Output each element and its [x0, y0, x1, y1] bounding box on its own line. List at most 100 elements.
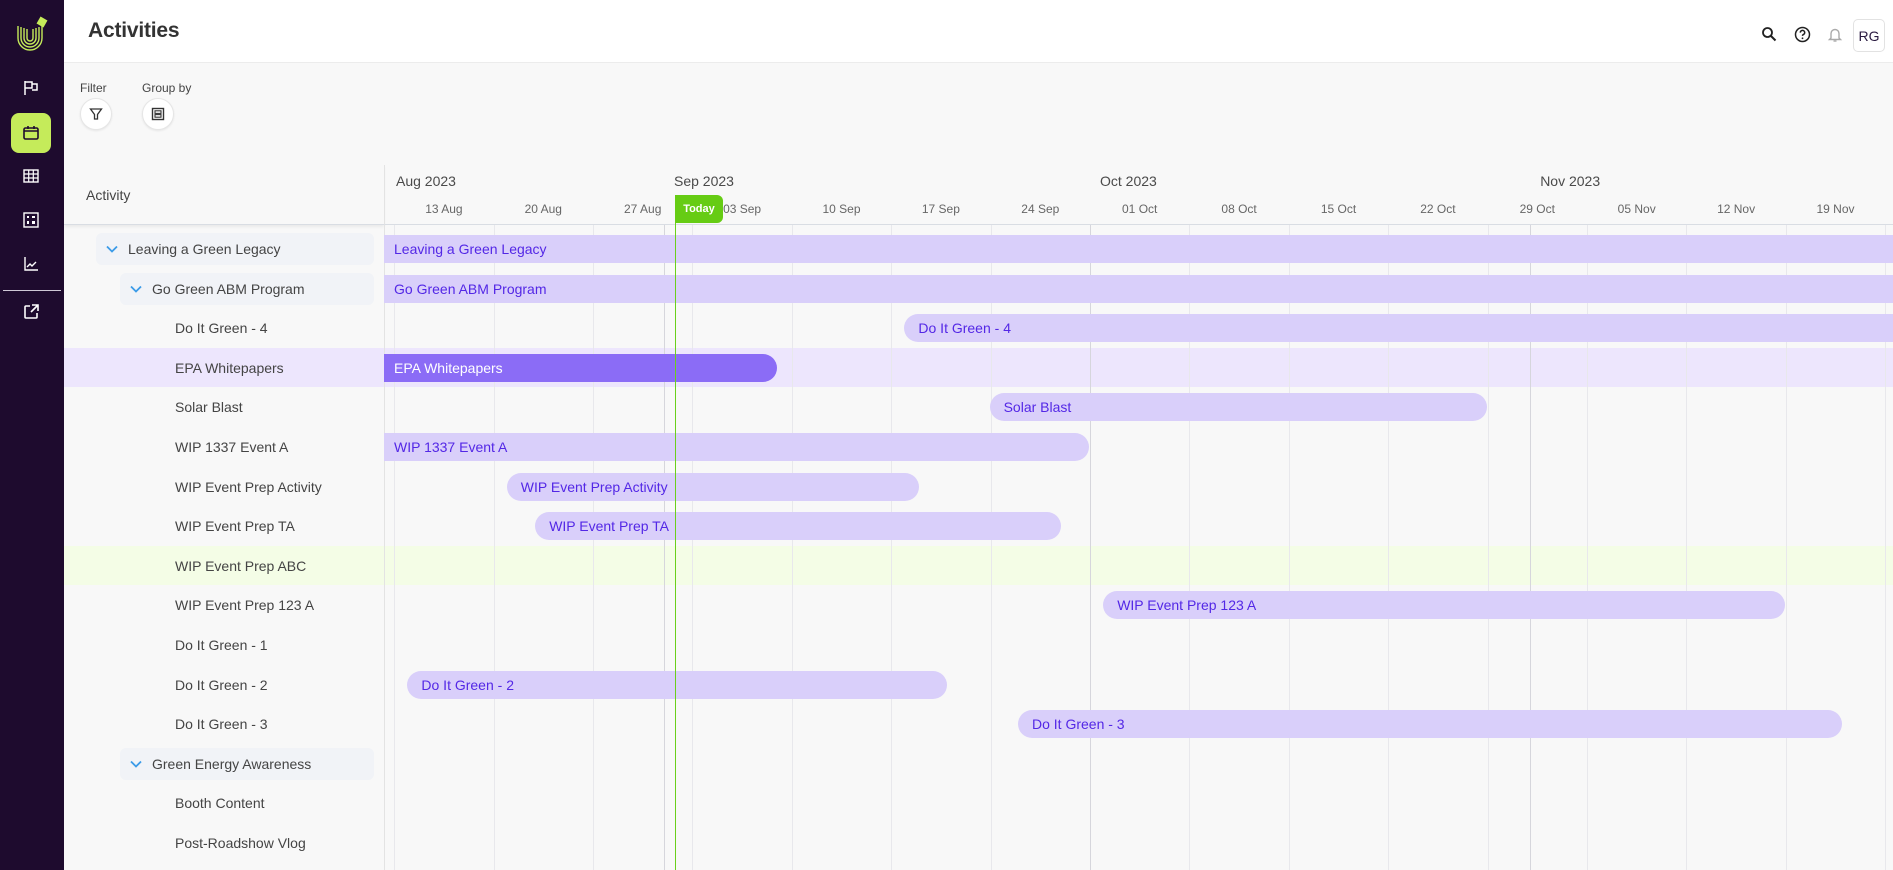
- tree-activity-row[interactable]: Do It Green - 3: [175, 708, 268, 740]
- week-label: 13 Aug: [425, 202, 463, 216]
- calendar-icon: [23, 126, 39, 140]
- timeline-header: Aug 2023 Sep 2023 Oct 2023 Nov 2023 13 Aug 20…: [384, 165, 1893, 225]
- activity-column-header: Activity: [86, 187, 131, 203]
- flag-icon: [24, 81, 38, 95]
- week-label: 15 Oct: [1320, 202, 1357, 216]
- gantt-bar-label: WIP Event Prep Activity: [520, 479, 668, 495]
- notifications-button[interactable]: [1826, 25, 1844, 43]
- week-gridline: [394, 225, 396, 870]
- gantt-bar[interactable]: Do It Green - 4: [904, 314, 1893, 342]
- filter-icon: [89, 108, 103, 120]
- chevron-down-icon[interactable]: [104, 241, 120, 257]
- gantt-bar[interactable]: Go Green ABM Program: [384, 275, 1893, 303]
- rail-item-external[interactable]: [11, 292, 51, 332]
- tree-activity-row[interactable]: Do It Green - 4: [175, 312, 268, 344]
- gantt-bar-label: EPA Whitepapers: [394, 360, 503, 376]
- group-by-label: Group by: [142, 81, 192, 95]
- gantt-bar[interactable]: WIP Event Prep Activity: [506, 473, 919, 501]
- rail-item-board[interactable]: [11, 200, 51, 240]
- week-label: 01 Oct: [1122, 202, 1158, 216]
- week-gridline: [593, 225, 594, 870]
- chevron-down-icon[interactable]: [128, 281, 144, 297]
- help-button[interactable]: [1793, 25, 1811, 43]
- search-button[interactable]: [1760, 25, 1778, 43]
- help-icon: [1794, 26, 1810, 42]
- tree-activity-row[interactable]: Do It Green - 2: [175, 669, 268, 701]
- month-gridline: [664, 225, 665, 870]
- gantt-bar[interactable]: WIP Event Prep TA: [535, 512, 1061, 540]
- gantt-bar-label: Do It Green - 2: [421, 677, 514, 693]
- tree-group-row[interactable]: Green Energy Awareness: [120, 748, 374, 780]
- dashboard-icon: [23, 212, 39, 228]
- rail-item-calendar[interactable]: [11, 113, 51, 153]
- week-gridline: [493, 225, 495, 870]
- week-label: 05 Nov: [1617, 202, 1656, 216]
- chevron-down-icon[interactable]: [128, 756, 144, 772]
- group-by-button[interactable]: [142, 98, 174, 130]
- tree-activity-row[interactable]: Booth Content: [175, 787, 265, 819]
- gantt-bar-label: Leaving a Green Legacy: [394, 241, 547, 257]
- chart-line-icon: [24, 257, 38, 271]
- today-badge[interactable]: Today: [675, 195, 723, 223]
- tree-group-row[interactable]: Leaving a Green Legacy: [96, 233, 374, 265]
- nav-rail: [0, 0, 64, 870]
- tree-activity-row[interactable]: WIP Event Prep Activity: [175, 471, 322, 503]
- rail-item-analytics[interactable]: [11, 244, 51, 284]
- week-label: 20 Aug: [524, 202, 562, 216]
- row-label: Post-Roadshow Vlog: [175, 835, 306, 851]
- gantt-bar[interactable]: EPA Whitepapers: [384, 354, 777, 382]
- grid-table-icon: [23, 169, 39, 183]
- gantt-bar-label: Do It Green - 4: [918, 320, 1011, 336]
- week-label: 29 Oct: [1519, 202, 1555, 216]
- tree-activity-row[interactable]: Do It Green - 1: [175, 629, 268, 661]
- tree-activity-row[interactable]: EPA Whitepapers: [175, 352, 284, 384]
- gantt-bar[interactable]: WIP Event Prep 123 A: [1103, 591, 1785, 619]
- row-label: Do It Green - 2: [175, 677, 268, 693]
- gantt-bar-label: WIP Event Prep 123 A: [1117, 597, 1257, 613]
- gantt-bar[interactable]: Do It Green - 3: [1018, 710, 1842, 738]
- brand-logo[interactable]: [14, 14, 50, 54]
- gantt-bar-label: Go Green ABM Program: [394, 281, 547, 297]
- gantt-bar[interactable]: WIP 1337 Event A: [384, 433, 1089, 461]
- row-label: WIP Event Prep Activity: [175, 479, 322, 495]
- week-label: 12 Nov: [1717, 202, 1756, 216]
- week-label: 10 Sep: [822, 202, 861, 216]
- rail-item-campaigns[interactable]: [11, 68, 51, 108]
- week-label: 03 Sep: [723, 202, 762, 216]
- filter-button[interactable]: [80, 98, 112, 130]
- tree-activity-row[interactable]: WIP Event Prep 123 A: [175, 589, 314, 621]
- month-label: Sep 2023: [674, 173, 734, 189]
- gantt-bar[interactable]: Leaving a Green Legacy: [384, 235, 1893, 263]
- gantt-bar-label: Solar Blast: [1003, 399, 1072, 415]
- row-label: Do It Green - 3: [175, 716, 268, 732]
- rail-divider: [3, 290, 61, 291]
- row-label: WIP Event Prep 123 A: [175, 597, 315, 613]
- page-title: Activities: [88, 19, 180, 42]
- tree-activity-row[interactable]: Post-Roadshow Vlog: [175, 827, 306, 859]
- gantt-bar-label: WIP 1337 Event A: [394, 439, 508, 455]
- week-label: 08 Oct: [1221, 202, 1257, 216]
- month-label: Aug 2023: [396, 173, 456, 189]
- week-gridline: [891, 225, 893, 870]
- week-label: 17 Sep: [921, 202, 960, 216]
- row-label: WIP Event Prep ABC: [175, 558, 307, 574]
- gantt-bar[interactable]: Do It Green - 2: [407, 671, 947, 699]
- month-label: Oct 2023: [1100, 173, 1157, 189]
- group-by-icon: [151, 107, 165, 121]
- external-link-icon: [24, 304, 39, 319]
- gantt-bar[interactable]: Solar Blast: [989, 393, 1487, 421]
- tree-activity-row[interactable]: WIP Event Prep TA: [175, 510, 295, 542]
- rail-item-table[interactable]: [11, 156, 51, 196]
- gantt-bar-label: Do It Green - 3: [1032, 716, 1125, 732]
- search-icon: [1762, 27, 1777, 42]
- row-label: Green Energy Awareness: [152, 756, 312, 772]
- week-gridline: [791, 225, 793, 870]
- week-label: 27 Aug: [624, 202, 662, 216]
- month-label: Nov 2023: [1540, 173, 1601, 189]
- tree-activity-row[interactable]: WIP 1337 Event A: [175, 431, 288, 463]
- tree-group-row[interactable]: Go Green ABM Program: [120, 273, 374, 305]
- user-avatar[interactable]: RG: [1853, 19, 1885, 52]
- tree-activity-row[interactable]: Solar Blast: [175, 391, 243, 423]
- tree-activity-row[interactable]: WIP Event Prep ABC: [175, 550, 306, 582]
- today-line: [675, 195, 677, 870]
